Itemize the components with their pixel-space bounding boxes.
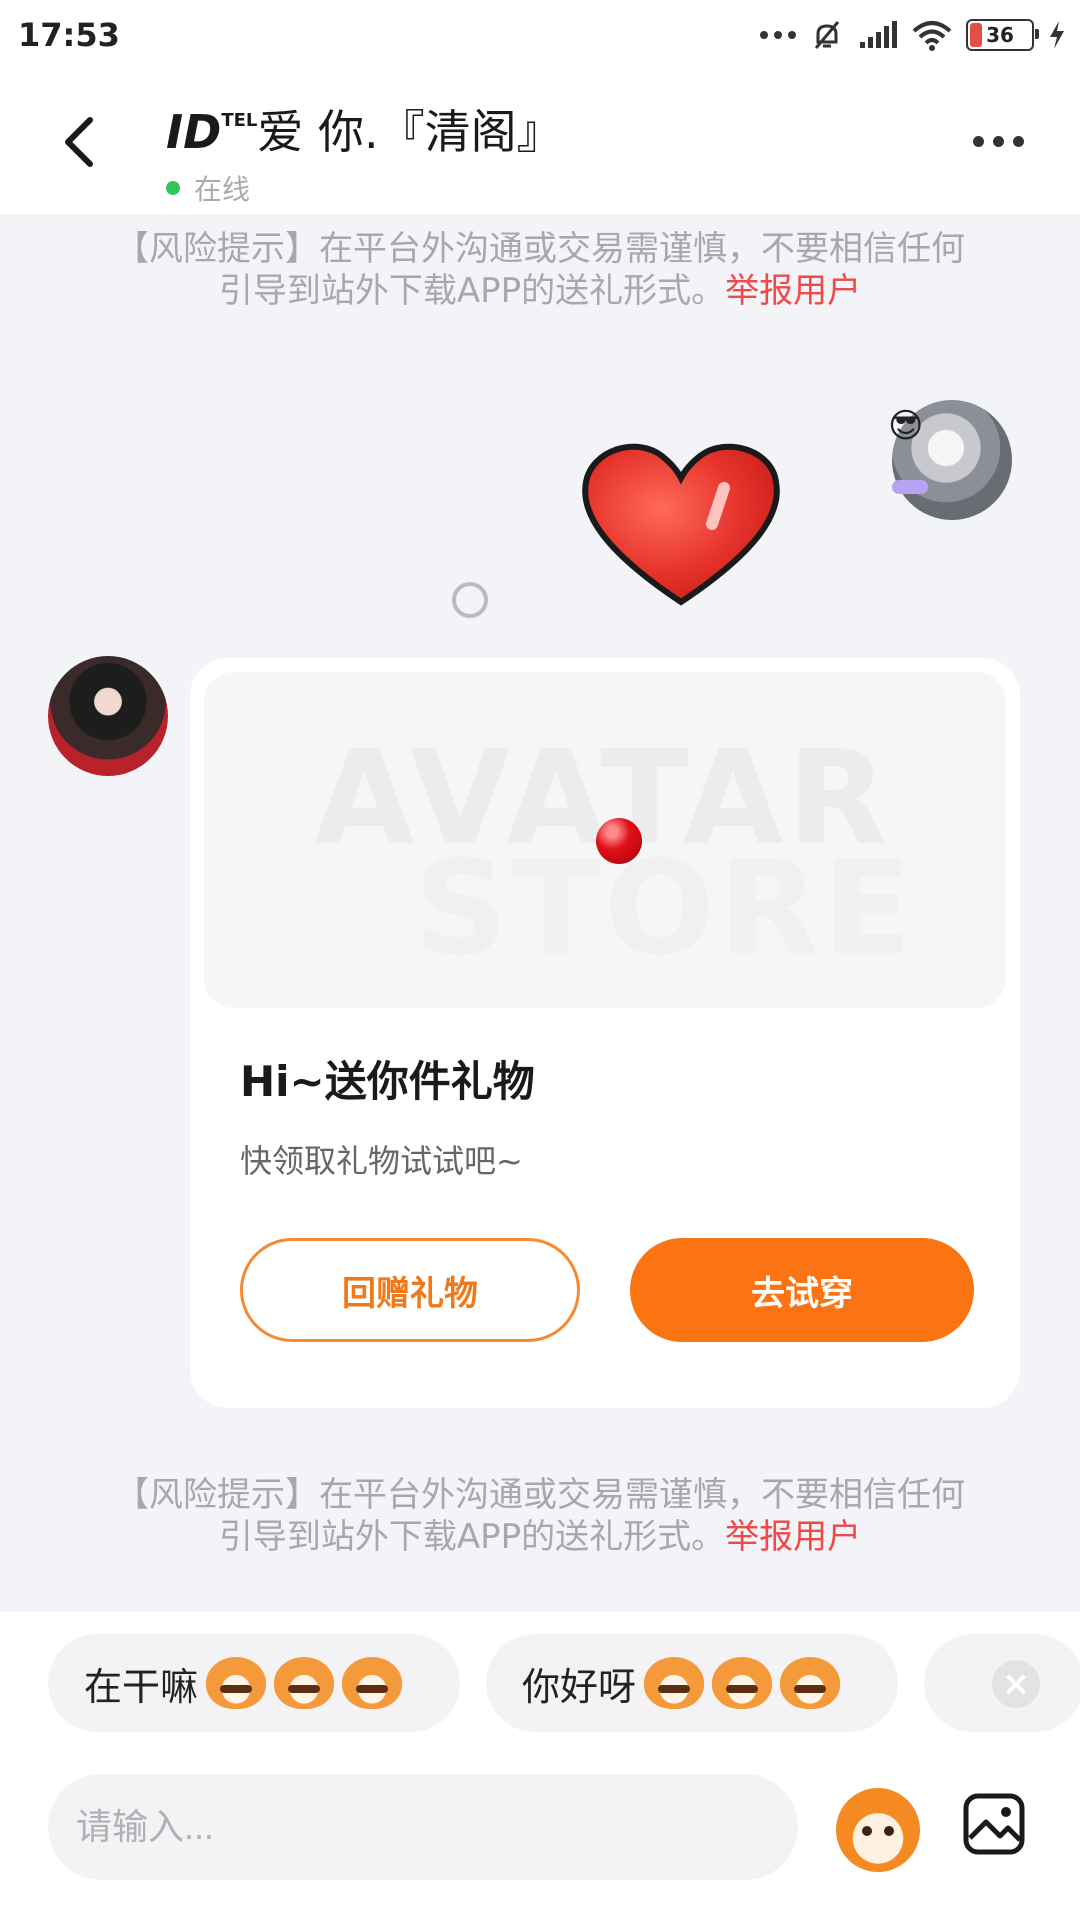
wifi-icon bbox=[912, 21, 952, 51]
mute-icon bbox=[814, 21, 840, 49]
online-dot-icon bbox=[166, 181, 180, 195]
gift-message-card[interactable]: AVATAR STORE Hi~送你件礼物 快领取礼物试试吧~ 回赠礼物 去试穿 bbox=[190, 658, 1020, 1408]
gift-item-image bbox=[596, 818, 642, 864]
heart-sticker-icon[interactable] bbox=[576, 432, 786, 612]
status-time: 17:53 bbox=[18, 16, 120, 54]
input-panel: 在干嘛 你好呀 × bbox=[0, 1612, 1080, 1920]
status-bar: 17:53 36 bbox=[0, 0, 1080, 72]
loading-indicator bbox=[452, 582, 488, 618]
bone-sticker-icon bbox=[892, 480, 928, 494]
try-on-button[interactable]: 去试穿 bbox=[630, 1238, 974, 1342]
more-options-button[interactable] bbox=[973, 136, 1024, 147]
report-user-link[interactable]: 举报用户 bbox=[725, 271, 861, 311]
mascot-smile-emoji-icon bbox=[644, 1657, 705, 1709]
back-arrow-icon[interactable] bbox=[56, 112, 106, 172]
contact-avatar[interactable] bbox=[48, 656, 168, 776]
battery-icon: 36 bbox=[966, 19, 1039, 51]
status-icons: 36 bbox=[760, 18, 1066, 52]
return-gift-button[interactable]: 回赠礼物 bbox=[240, 1238, 580, 1342]
quick-reply-chip[interactable]: 你好呀 bbox=[486, 1634, 898, 1732]
more-dots-icon bbox=[760, 31, 796, 39]
message-input[interactable] bbox=[48, 1774, 798, 1880]
mascot-grin-emoji-icon bbox=[342, 1657, 403, 1709]
risk-notice-top: 【风险提示】在平台外沟通或交易需谨慎，不要相信任何 引导到站外下载APP的送礼形… bbox=[115, 229, 965, 311]
quick-reply-chip[interactable]: 在干嘛 bbox=[48, 1634, 460, 1732]
contact-info[interactable]: IDTEL爱 你.『清阁』 在线 bbox=[166, 96, 563, 208]
online-status: 在线 bbox=[166, 168, 563, 208]
mascot-grin-emoji-icon bbox=[206, 1657, 267, 1709]
mascot-smile-emoji-icon bbox=[712, 1657, 773, 1709]
gift-title: Hi~送你件礼物 bbox=[240, 1057, 535, 1106]
gift-subtitle: 快领取礼物试试吧~ bbox=[240, 1142, 523, 1180]
risk-notice-bottom: 【风险提示】在平台外沟通或交易需谨慎，不要相信任何 引导到站外下载APP的送礼形… bbox=[115, 1475, 965, 1557]
emoji-mascot-button[interactable] bbox=[836, 1788, 920, 1872]
signal-icon bbox=[860, 21, 897, 48]
image-picker-icon[interactable] bbox=[962, 1792, 1026, 1856]
mascot-grin-emoji-icon bbox=[274, 1657, 335, 1709]
gift-preview: AVATAR STORE bbox=[204, 672, 1006, 1008]
sunglasses-emoji-icon: 😎 bbox=[888, 406, 924, 446]
chat-header: IDTEL爱 你.『清阁』 在线 bbox=[0, 72, 1080, 214]
close-quick-replies-icon[interactable]: × bbox=[992, 1660, 1040, 1708]
mascot-smile-emoji-icon bbox=[780, 1657, 841, 1709]
charging-icon bbox=[1050, 21, 1064, 49]
contact-name: IDTEL爱 你.『清阁』 bbox=[166, 105, 563, 159]
watermark-text: STORE bbox=[414, 832, 916, 984]
report-user-link[interactable]: 举报用户 bbox=[725, 1517, 861, 1557]
